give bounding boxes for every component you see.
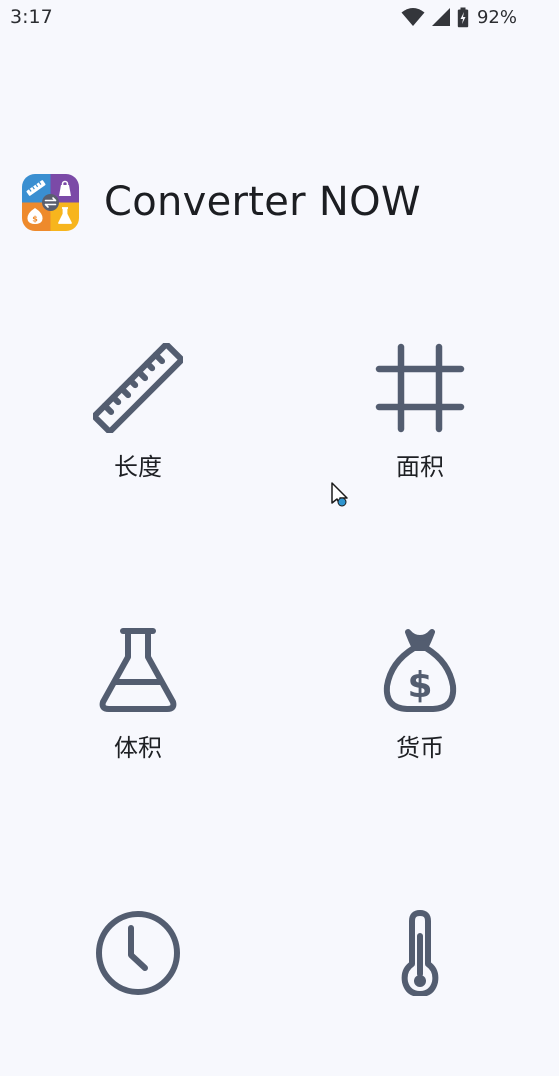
cellular-signal-icon <box>431 7 451 27</box>
category-label: 货币 <box>396 734 444 762</box>
category-volume[interactable]: 体积 <box>28 624 248 794</box>
money-bag-icon: $ <box>375 624 465 714</box>
category-label: 体积 <box>114 734 162 762</box>
thermometer-icon <box>375 906 465 996</box>
status-time: 3:17 <box>10 6 53 28</box>
clock-icon <box>93 906 183 996</box>
svg-text:$: $ <box>32 214 38 223</box>
wifi-icon <box>401 7 425 27</box>
mouse-pointer-icon <box>330 481 352 515</box>
ruler-icon <box>93 343 183 433</box>
category-currency[interactable]: $ 货币 <box>310 624 530 794</box>
crop-square-icon <box>375 343 465 433</box>
category-label: 长度 <box>114 453 162 481</box>
category-time[interactable] <box>28 906 248 1076</box>
app-header: $ Converter NOW <box>22 173 421 231</box>
category-label: 面积 <box>396 453 444 481</box>
flask-icon <box>93 624 183 714</box>
app-logo-icon: $ <box>22 173 79 231</box>
battery-charging-icon <box>457 7 469 28</box>
status-icons: 92% <box>401 6 517 28</box>
category-temperature[interactable] <box>310 906 530 1076</box>
status-bar: 3:17 92% <box>0 0 559 34</box>
app-title: Converter NOW <box>104 179 421 225</box>
battery-percentage: 92% <box>476 6 517 28</box>
svg-text:$: $ <box>407 665 432 706</box>
category-length[interactable]: 长度 <box>28 343 248 513</box>
